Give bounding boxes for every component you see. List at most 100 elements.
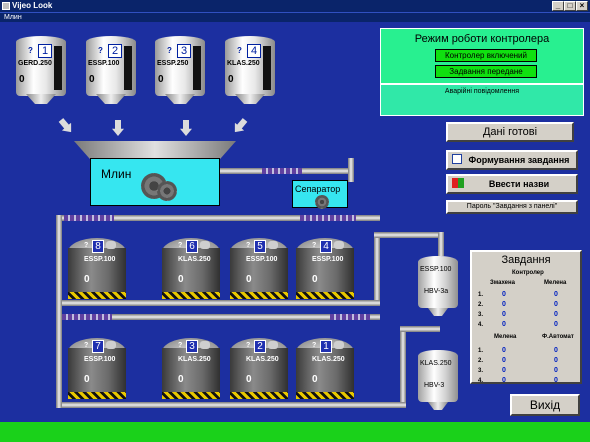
tank-1[interactable]: ? 1 KLAS.250 0 bbox=[296, 338, 354, 400]
silo-help-icon[interactable]: ? bbox=[167, 46, 172, 55]
mill-label: Млин bbox=[101, 167, 132, 181]
valve-icon bbox=[200, 241, 210, 249]
enter-names-button[interactable]: Ввести назви bbox=[446, 174, 578, 194]
tank-name: KLAS.250 bbox=[178, 256, 211, 263]
tasks-row-label: 4. bbox=[478, 322, 484, 328]
tank-6[interactable]: ? 6 KLAS.250 0 bbox=[162, 238, 220, 300]
valve-icon bbox=[106, 341, 116, 349]
screw-conveyor bbox=[330, 314, 370, 320]
tank-4[interactable]: ? 4 ESSP.100 0 bbox=[296, 238, 354, 300]
window-titlebar: Vijeo Look _ □ × bbox=[0, 0, 590, 12]
tasks-value: 0 bbox=[554, 291, 558, 298]
tank-number: 2 bbox=[254, 340, 266, 353]
tasks-title: Завдання bbox=[501, 254, 551, 266]
enter-names-label: Ввести назви bbox=[488, 179, 550, 189]
separator-label: Сепаратор bbox=[295, 184, 341, 194]
silo-help-icon[interactable]: ? bbox=[28, 46, 33, 55]
exit-button[interactable]: Вихід bbox=[510, 394, 580, 416]
panel-password-button[interactable]: Пароль "Завдання з панелі" bbox=[446, 200, 578, 214]
tank-value: 0 bbox=[178, 274, 184, 285]
tank-5[interactable]: ? 5 ESSP.100 0 bbox=[230, 238, 288, 300]
silo-name: KLAS.250 bbox=[227, 60, 260, 67]
alarm-panel-title: Аварійні повідомлення bbox=[444, 88, 520, 95]
tasks-value: 0 bbox=[554, 321, 558, 328]
tasks-col-label: Ф.Автомат bbox=[542, 334, 574, 340]
silo-1[interactable]: ? 1 GERD.250 0 bbox=[16, 30, 66, 104]
tank-value: 0 bbox=[84, 274, 90, 285]
silo-2[interactable]: ? 2 ESSP.100 0 bbox=[86, 30, 136, 104]
controller-status: Контролер включений bbox=[435, 49, 537, 62]
tank-2[interactable]: ? 2 KLAS.250 0 bbox=[230, 338, 288, 400]
silo-value: 0 bbox=[158, 74, 164, 85]
tasks-value: 0 bbox=[554, 357, 558, 364]
tasks-row-label: 3. bbox=[478, 368, 484, 374]
tank-help-icon[interactable]: ? bbox=[178, 342, 182, 349]
tank-help-icon[interactable]: ? bbox=[246, 242, 250, 249]
valve-icon bbox=[268, 241, 278, 249]
hbv-3-tank[interactable]: KLAS.250 HBV-3 bbox=[418, 350, 458, 410]
hbv-3a-tank[interactable]: ESSP.100 HBV-3a bbox=[418, 256, 458, 316]
tank-value: 0 bbox=[246, 274, 252, 285]
tasks-panel: Завдання Контролер Змахена Мелена 1. 2. … bbox=[470, 250, 582, 384]
data-ready-button[interactable]: Дані готові bbox=[446, 122, 574, 142]
tank-3[interactable]: ? 3 KLAS.250 0 bbox=[162, 338, 220, 400]
tank-value: 0 bbox=[84, 374, 90, 385]
tank-number: 8 bbox=[92, 240, 104, 253]
tasks-row-label: 4. bbox=[478, 378, 484, 384]
controller-mode-panel: Режим роботи контролера Контролер включе… bbox=[380, 28, 584, 84]
screw-conveyor bbox=[64, 215, 114, 221]
pipe bbox=[374, 232, 444, 238]
tasks-value: 0 bbox=[502, 311, 506, 318]
mill[interactable]: Млин bbox=[90, 158, 220, 206]
silo-value: 0 bbox=[19, 74, 25, 85]
close-button[interactable]: × bbox=[576, 1, 588, 11]
silo-help-icon[interactable]: ? bbox=[98, 46, 103, 55]
separator[interactable]: Сепаратор bbox=[292, 180, 348, 209]
tasks-value: 0 bbox=[554, 347, 558, 354]
tank-name: ESSP.100 bbox=[84, 256, 116, 263]
tasks-controller-label: Контролер bbox=[512, 270, 544, 276]
tasks-row-label: 3. bbox=[478, 312, 484, 318]
tank-number: 4 bbox=[320, 240, 332, 253]
tank-value: 0 bbox=[246, 374, 252, 385]
tank-number: 1 bbox=[320, 340, 332, 353]
screen-title-bar: Млин bbox=[0, 12, 590, 22]
form-task-button[interactable]: Формування завдання bbox=[446, 150, 578, 170]
tank-value: 0 bbox=[312, 274, 318, 285]
tank-help-icon[interactable]: ? bbox=[312, 342, 316, 349]
silo-number: 4 bbox=[247, 44, 261, 58]
tasks-value: 0 bbox=[554, 377, 558, 384]
silo-number: 3 bbox=[177, 44, 191, 58]
tank-8[interactable]: ? 8 ESSP.100 0 bbox=[68, 238, 126, 300]
maximize-button[interactable]: □ bbox=[564, 1, 576, 11]
app-icon bbox=[2, 2, 10, 10]
minimize-button[interactable]: _ bbox=[552, 1, 564, 11]
tank-help-icon[interactable]: ? bbox=[246, 342, 250, 349]
tank-help-icon[interactable]: ? bbox=[84, 242, 88, 249]
silo-4[interactable]: ? 4 KLAS.250 0 bbox=[225, 30, 275, 104]
tank-name: ESSP.100 bbox=[246, 256, 278, 263]
status-bar bbox=[0, 422, 590, 442]
tank-7[interactable]: ? 7 ESSP.100 0 bbox=[68, 338, 126, 400]
valve-icon bbox=[106, 241, 116, 249]
enter-names-icon bbox=[452, 178, 464, 188]
tank-value: 0 bbox=[178, 374, 184, 385]
silo-3[interactable]: ? 3 ESSP.250 0 bbox=[155, 30, 205, 104]
tank-number: 7 bbox=[92, 340, 104, 353]
silo-help-icon[interactable]: ? bbox=[237, 46, 242, 55]
tank-help-icon[interactable]: ? bbox=[84, 342, 88, 349]
tank-value: 0 bbox=[312, 374, 318, 385]
tasks-value: 0 bbox=[502, 367, 506, 374]
pipe bbox=[56, 402, 406, 408]
silo-number: 1 bbox=[38, 44, 52, 58]
hbv-name: ESSP.100 bbox=[420, 266, 452, 273]
tank-help-icon[interactable]: ? bbox=[312, 242, 316, 249]
tasks-value: 0 bbox=[502, 301, 506, 308]
hbv-name: KLAS.250 bbox=[420, 360, 452, 367]
tasks-value: 0 bbox=[502, 321, 506, 328]
tank-help-icon[interactable]: ? bbox=[178, 242, 182, 249]
valve-icon bbox=[268, 341, 278, 349]
pipe bbox=[348, 158, 354, 182]
silo-value: 0 bbox=[89, 74, 95, 85]
alarm-panel: Аварійні повідомлення bbox=[380, 84, 584, 116]
